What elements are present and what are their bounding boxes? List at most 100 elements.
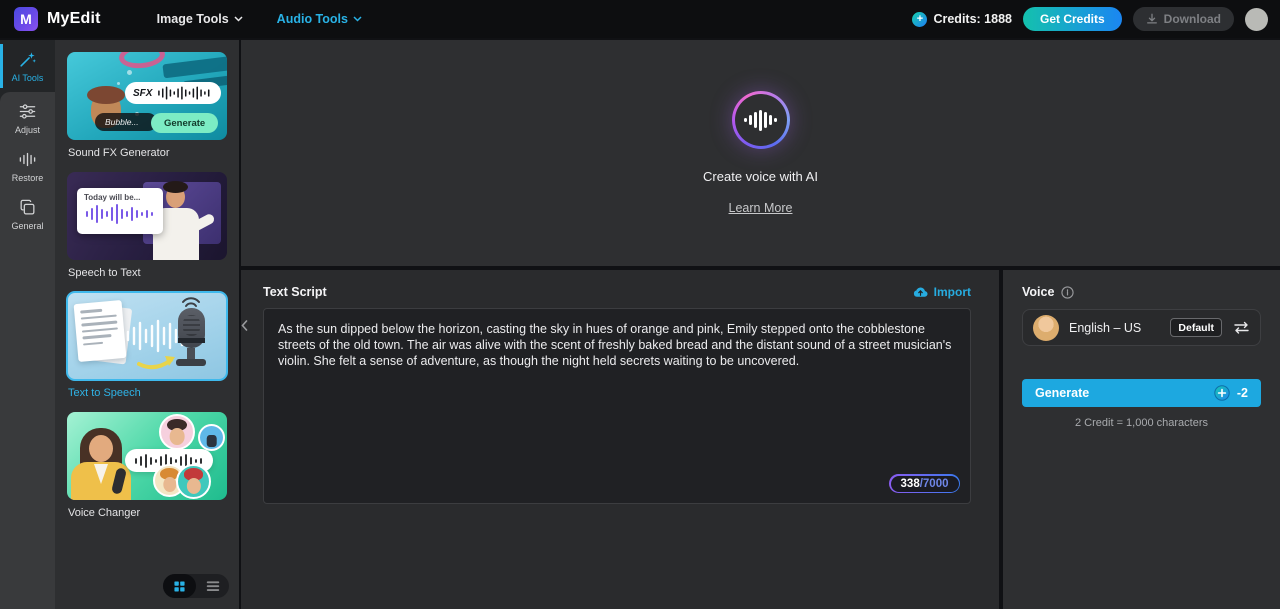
get-credits-button[interactable]: Get Credits [1022, 7, 1122, 31]
menu-image-tools-label: Image Tools [156, 12, 229, 26]
rail-item-adjust[interactable]: Adjust [0, 94, 55, 142]
rail-item-restore[interactable]: Restore [0, 142, 55, 190]
download-label: Download [1163, 12, 1221, 26]
waveform-icon [158, 86, 210, 100]
import-label: Import [933, 285, 971, 299]
rail-item-label: Adjust [14, 124, 40, 135]
menu-audio-tools[interactable]: Audio Tools [277, 12, 362, 26]
audio-wave-icon [19, 152, 36, 166]
ai-voice-ring-icon [731, 91, 790, 149]
thumbnail-sound-fx-generator[interactable]: SFX Bubble... Generate [67, 52, 227, 140]
rail-item-label: Restore [11, 172, 44, 183]
avatar-bubble [198, 424, 225, 451]
menu-audio-tools-label: Audio Tools [276, 12, 348, 26]
script-editor-box: As the sun dipped below the horizon, cas… [263, 308, 971, 504]
thumbnail-label: Sound FX Generator [68, 147, 170, 159]
credits-balance: + Credits: 1888 [912, 11, 1012, 27]
sfx-generate-pill: Generate [151, 113, 219, 133]
rail-item-ai-tools[interactable]: AI Tools [0, 40, 55, 92]
cloud-upload-icon [913, 287, 928, 297]
caption-text: Today will be... [84, 193, 141, 202]
text-script-panel: Text Script Import As the sun dipped bel… [241, 270, 999, 609]
yellow-arrow-icon [137, 356, 175, 370]
generate-label: Generate [1035, 386, 1090, 400]
user-avatar[interactable] [1245, 7, 1268, 31]
waveform-icon [732, 91, 790, 149]
chevron-down-icon [353, 16, 362, 22]
character-limit: /7000 [919, 477, 949, 490]
copy-layers-icon [20, 199, 35, 214]
learn-more-link[interactable]: Learn More [729, 201, 793, 215]
list-view-button[interactable] [196, 574, 229, 598]
thumbnail-text-to-speech[interactable] [66, 291, 228, 381]
brand-name: MyEdit [47, 10, 101, 27]
grid-view-button[interactable] [163, 574, 196, 598]
voice-panel: Voice English – US Default Generate -2 2… [1003, 270, 1280, 609]
paper-decoration [73, 300, 127, 362]
rail-item-general[interactable]: General [0, 190, 55, 238]
view-toggle [163, 574, 229, 598]
character-count-badge: 338 /7000 [889, 474, 960, 493]
sfx-prompt-tag: Bubble... [95, 113, 157, 131]
swim-ring-decoration [117, 52, 167, 71]
character-count: 338 [900, 477, 920, 490]
script-title: Text Script [263, 285, 327, 299]
credit-rate-note: 2 Credit = 1,000 characters [1075, 417, 1208, 429]
download-icon [1146, 13, 1157, 24]
thumbnail-label: Text to Speech [68, 387, 141, 399]
generate-cost: -2 [1214, 385, 1248, 401]
bubble-decoration [127, 70, 132, 75]
myedit-logo-icon: M [14, 7, 38, 31]
list-icon [206, 581, 219, 591]
sound-arcs-icon [182, 297, 200, 307]
voice-name: English – US [1069, 320, 1142, 335]
top-navbar: M MyEdit Image Tools Audio Tools + Credi… [0, 0, 1280, 38]
credit-coin-icon [1214, 385, 1230, 401]
thumbnail-speech-to-text[interactable]: Today will be... [67, 172, 227, 260]
purple-waveform-icon [86, 204, 153, 224]
microphone-illustration [178, 308, 205, 348]
speaker-figure [89, 435, 113, 462]
grid-icon [174, 580, 185, 592]
microphone-illustration [176, 359, 206, 366]
credit-coin-icon: + [912, 11, 928, 27]
download-button[interactable]: Download [1132, 7, 1234, 31]
avatar-bubble [159, 414, 195, 450]
voice-selector-card[interactable]: English – US Default [1022, 309, 1261, 346]
rail-group: Adjust Restore General [0, 92, 55, 609]
chevron-down-icon [234, 16, 243, 22]
chevron-left-icon [241, 319, 248, 331]
rail-item-label: AI Tools [11, 72, 44, 83]
thumbnail-label: Speech to Text [68, 267, 141, 279]
bubble-decoration [117, 82, 120, 85]
tool-library: SFX Bubble... Generate Sound FX Generato… [55, 40, 239, 609]
hero-title: Create voice with AI [703, 169, 818, 184]
credits-label: Credits: 1888 [933, 12, 1012, 26]
microphone-illustration [187, 348, 195, 359]
sliders-icon [19, 103, 36, 119]
caption-card: Today will be... [77, 188, 163, 234]
category-rail: AI Tools Adjust Restore General [0, 40, 55, 609]
default-badge: Default [1170, 318, 1222, 337]
sfx-waveform-pill: SFX [125, 82, 221, 104]
script-textarea[interactable]: As the sun dipped below the horizon, cas… [264, 309, 970, 503]
thumbnail-label: Voice Changer [68, 507, 141, 519]
avatar-bubble [176, 464, 211, 499]
decoration [162, 55, 227, 79]
menu-image-tools[interactable]: Image Tools [157, 12, 243, 26]
voice-avatar [1033, 314, 1059, 341]
cost-value: -2 [1236, 386, 1248, 400]
rail-item-label: General [11, 220, 44, 231]
voice-title: Voice [1022, 285, 1055, 299]
speaker-figure [163, 181, 188, 208]
collapse-sidebar-button[interactable] [241, 312, 255, 338]
info-icon[interactable] [1061, 285, 1075, 299]
generate-button[interactable]: Generate -2 [1022, 379, 1261, 407]
thumbnail-voice-changer[interactable] [67, 412, 227, 500]
import-button[interactable]: Import [913, 285, 971, 299]
magic-wand-icon [20, 51, 36, 67]
brand[interactable]: M MyEdit [14, 7, 101, 31]
sfx-badge-label: SFX [133, 87, 153, 99]
create-voice-hero: Create voice with AI Learn More [241, 40, 1280, 266]
swap-voice-icon[interactable] [1233, 321, 1250, 334]
